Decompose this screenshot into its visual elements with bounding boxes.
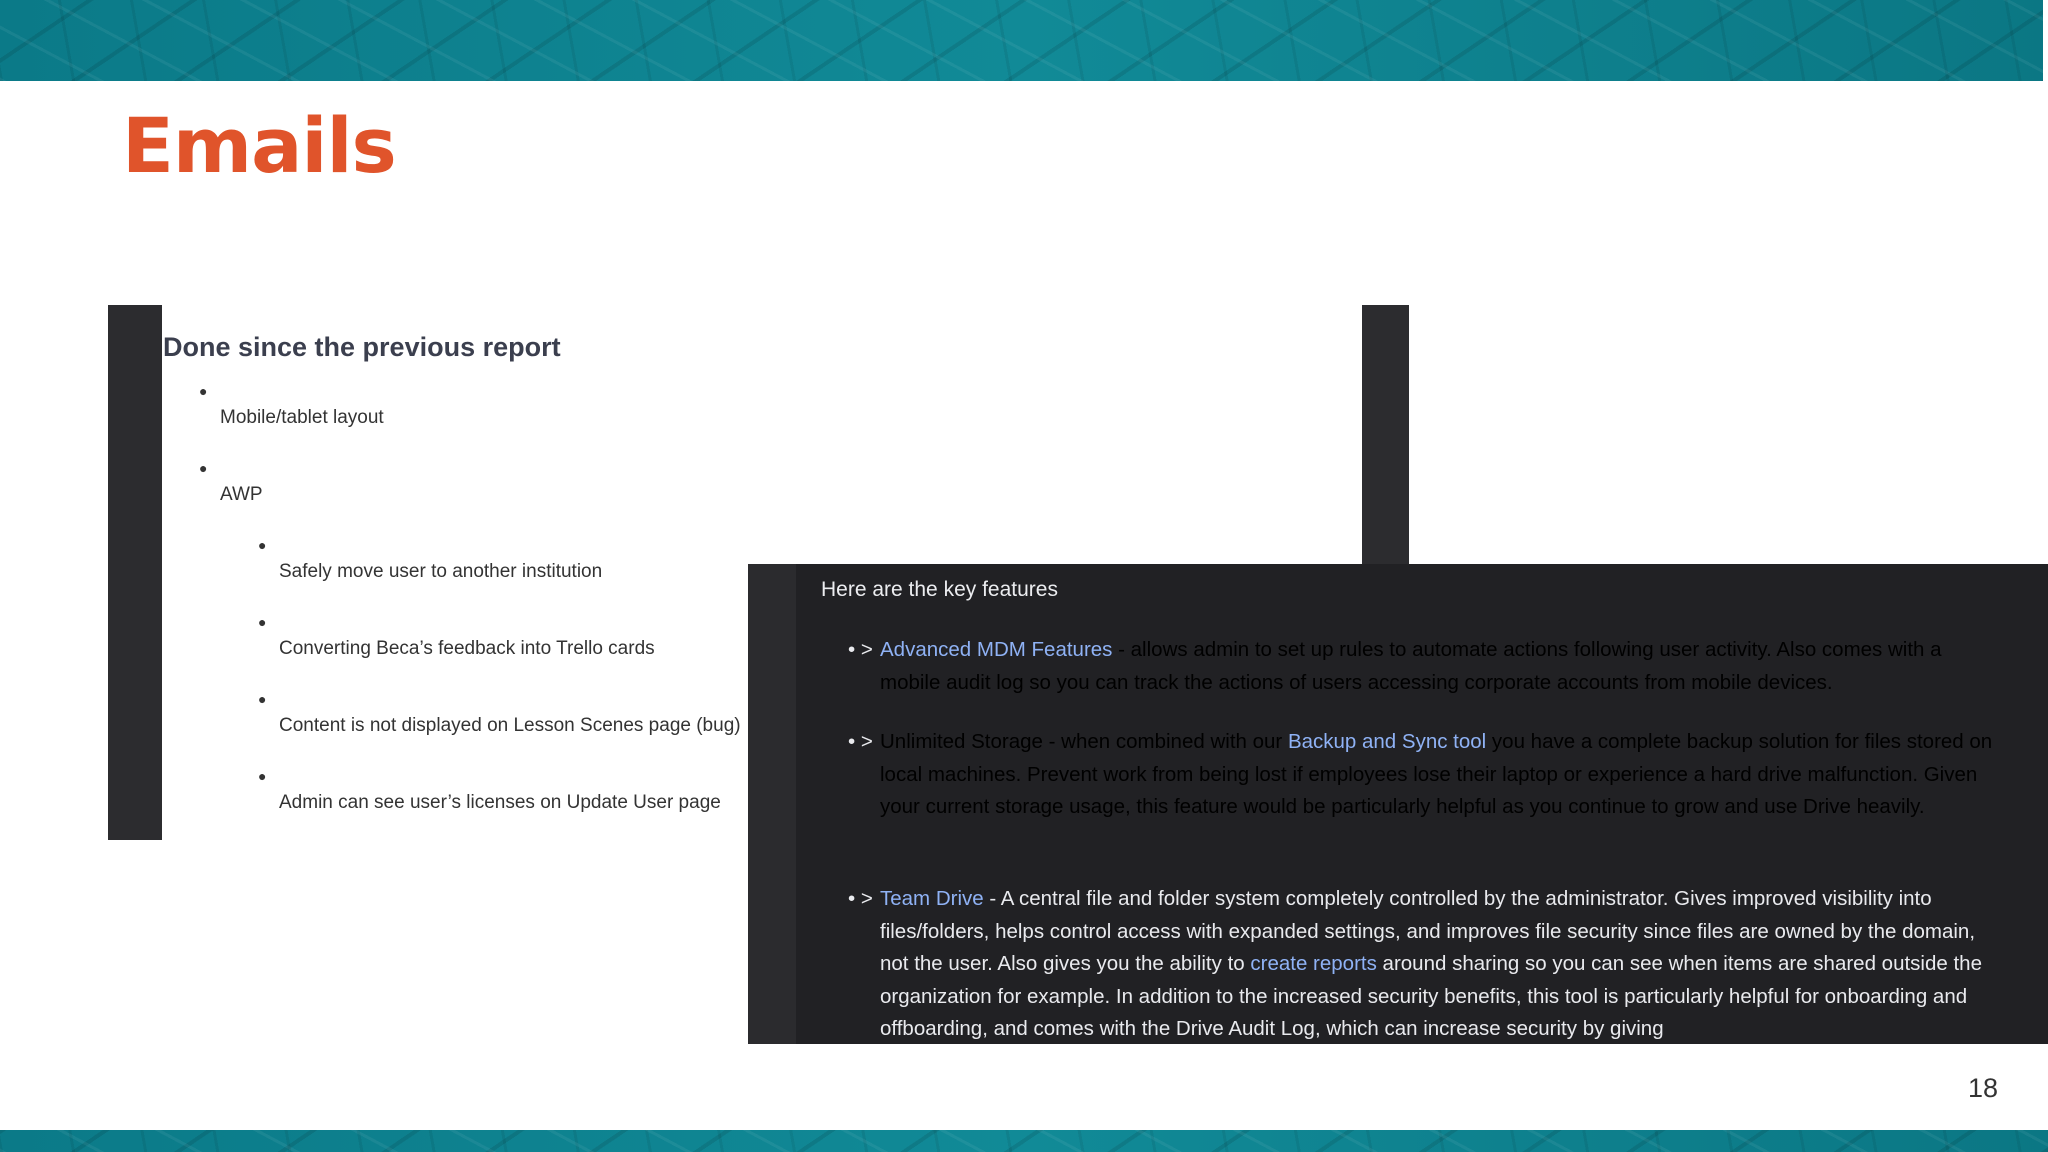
bullet-icon: ●: [258, 537, 267, 553]
bullet-icon: ●: [258, 768, 267, 784]
dark-sidebar-strip: [1362, 305, 1409, 565]
top-decorative-band: [0, 0, 2048, 81]
slide-title: Emails: [122, 101, 397, 190]
feature-title: Unlimited Storage: [880, 730, 1043, 753]
backup-sync-link[interactable]: Backup and Sync tool: [1288, 730, 1486, 753]
list-item: ● Converting Beca’s feedback into Trello…: [258, 614, 655, 660]
feature-description: - when combined with our: [1042, 730, 1288, 753]
feature-link-team-drive[interactable]: Team Drive: [880, 887, 984, 910]
list-item-text: Content is not displayed on Lesson Scene…: [279, 715, 741, 736]
create-reports-link[interactable]: create reports: [1250, 952, 1376, 975]
list-item-text: Mobile/tablet layout: [220, 407, 384, 428]
list-item-text: Admin can see user’s licenses on Update …: [279, 792, 721, 813]
feature-item: • > Team Drive - A central file and fold…: [848, 883, 2000, 1044]
feature-link-advanced-mdm[interactable]: Advanced MDM Features: [880, 638, 1112, 661]
bullet-icon: ●: [199, 460, 208, 476]
features-screenshot: Here are the key features • > Advanced M…: [748, 564, 2048, 1044]
list-item-text: AWP: [220, 484, 263, 505]
feature-item: • > Advanced MDM Features - allows admin…: [848, 634, 2000, 699]
list-item: ● AWP: [199, 460, 263, 506]
page-number: 18: [1968, 1073, 1999, 1103]
feature-item: • > Unlimited Storage - when combined wi…: [848, 726, 2000, 824]
features-sidebar: [748, 564, 796, 1044]
bottom-decorative-band: [0, 1130, 2048, 1152]
report-screenshot: Done since the previous report ● Mobile/…: [108, 305, 748, 840]
list-item: ● Admin can see user’s licenses on Updat…: [258, 768, 721, 814]
bullet-icon: ●: [258, 614, 267, 630]
list-item: ● Content is not displayed on Lesson Sce…: [258, 691, 741, 737]
bullet-arrow-icon: • >: [848, 730, 873, 753]
bullet-arrow-icon: • >: [848, 887, 873, 910]
list-item-text: Converting Beca’s feedback into Trello c…: [279, 638, 655, 659]
report-sidebar: [108, 305, 162, 840]
bullet-icon: ●: [258, 691, 267, 707]
bullet-arrow-icon: • >: [848, 638, 873, 661]
bullet-icon: ●: [199, 383, 208, 399]
features-intro: Here are the key features: [821, 578, 1058, 601]
report-heading: Done since the previous report: [163, 332, 561, 362]
list-item-text: Safely move user to another institution: [279, 561, 603, 582]
list-item: ● Safely move user to another institutio…: [258, 537, 603, 583]
list-item: ● Mobile/tablet layout: [199, 383, 384, 429]
